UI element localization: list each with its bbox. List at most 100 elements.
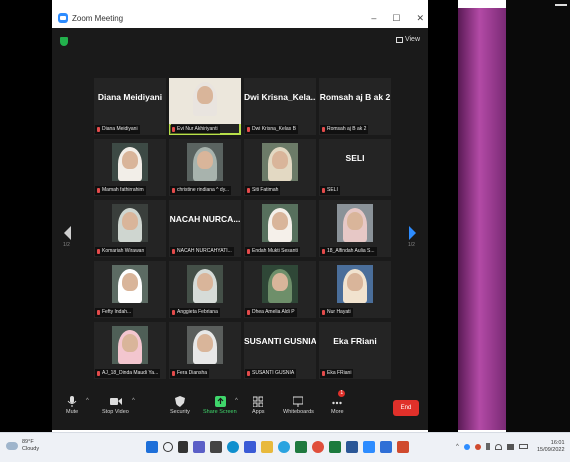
task-view-icon[interactable] bbox=[178, 441, 188, 453]
clock-time: 16:01 bbox=[550, 440, 565, 446]
participant-name-label: Dhea Amelia Aldi P bbox=[245, 308, 297, 317]
chrome-icon[interactable] bbox=[312, 441, 324, 453]
previous-page-arrow[interactable] bbox=[64, 226, 71, 240]
participant-name-text: AJ_18_Dinda Maudi Ya... bbox=[102, 370, 159, 376]
participant-tile[interactable]: Dwi Krisna_Kela... Dwi Krisna_Kelas B bbox=[244, 78, 316, 135]
security-button[interactable]: Security bbox=[170, 394, 190, 415]
apps-button[interactable]: Apps bbox=[252, 394, 265, 415]
app-icon[interactable] bbox=[380, 441, 392, 453]
participant-tile[interactable]: Anggieta Febriana bbox=[169, 261, 241, 318]
mic-muted-icon bbox=[172, 188, 175, 193]
whiteboards-button[interactable]: Whiteboards bbox=[283, 394, 314, 415]
participant-tile[interactable]: SUSANTI GUSNIA SUSANTI GUSNIA bbox=[244, 322, 316, 379]
tray-app-icon[interactable] bbox=[463, 443, 470, 450]
chevron-up-icon[interactable]: ^ bbox=[235, 398, 238, 404]
window-controls: – ☐ ✕ bbox=[371, 8, 424, 28]
person-face bbox=[272, 273, 288, 291]
teams-chat-icon[interactable] bbox=[193, 441, 205, 453]
widgets-icon[interactable] bbox=[210, 441, 222, 453]
view-button[interactable]: View bbox=[395, 36, 420, 43]
person-face bbox=[272, 151, 288, 169]
next-page-arrow[interactable] bbox=[409, 226, 416, 240]
chevron-up-icon[interactable]: ^ bbox=[132, 398, 135, 404]
taskbar-clock[interactable]: 16:01 15/09/2022 bbox=[537, 440, 565, 454]
participant-tile[interactable]: Evi Nur Akhiriyanti bbox=[169, 78, 241, 135]
weather-text: 89°F Cloudy bbox=[22, 439, 39, 453]
mic-muted-icon bbox=[247, 249, 250, 254]
participant-tile[interactable]: Nur Hayati bbox=[319, 261, 391, 318]
person-face bbox=[197, 273, 213, 291]
participant-name-label: SELI bbox=[320, 186, 340, 195]
participant-tile[interactable]: AJ_18_Dinda Maudi Ya... bbox=[94, 322, 166, 379]
participant-tile[interactable]: Eka FRiani Eka FRiani bbox=[319, 322, 391, 379]
participant-tile[interactable]: Mamah fathirrahim bbox=[94, 139, 166, 196]
minimize-button[interactable]: – bbox=[371, 13, 376, 23]
clock-date: 15/09/2022 bbox=[537, 447, 565, 453]
mute-button[interactable]: Mute bbox=[66, 394, 78, 415]
mic-muted-icon bbox=[322, 371, 325, 376]
search-icon[interactable] bbox=[163, 442, 173, 452]
powerpoint-icon[interactable] bbox=[397, 441, 409, 453]
participant-name-label: Nur Hayati bbox=[320, 308, 353, 317]
participant-video bbox=[262, 143, 298, 181]
excel-icon[interactable] bbox=[329, 441, 341, 453]
windows-taskbar: 89°F Cloudy ^ 16:01 15/09/2022 bbox=[0, 432, 570, 462]
stop-video-button[interactable]: Stop Video bbox=[102, 394, 129, 415]
participant-tile[interactable]: Dhea Amelia Aldi P bbox=[244, 261, 316, 318]
mic-muted-icon bbox=[172, 127, 175, 132]
weather-widget[interactable]: 89°F Cloudy bbox=[6, 439, 39, 453]
chevron-up-icon[interactable]: ^ bbox=[456, 444, 459, 450]
zoom-taskbar-icon[interactable] bbox=[363, 441, 375, 453]
tray-app-icon[interactable] bbox=[474, 443, 481, 450]
participant-name-label: Evi Nur Akhiriyanti bbox=[170, 125, 220, 134]
microphone-icon bbox=[67, 394, 77, 407]
app-icon[interactable] bbox=[278, 441, 290, 453]
participant-tile[interactable]: Komariah Wirawan bbox=[94, 200, 166, 257]
file-explorer-icon[interactable] bbox=[261, 441, 273, 453]
chevron-up-icon[interactable]: ^ bbox=[86, 398, 89, 404]
app-icon[interactable] bbox=[295, 441, 307, 453]
participant-tile[interactable]: NACAH NURCA... NACAH NURCAHYATI... bbox=[169, 200, 241, 257]
word-icon[interactable] bbox=[346, 441, 358, 453]
page-indicator-right: 1/2 bbox=[408, 242, 415, 248]
person-face bbox=[122, 334, 138, 352]
participant-name-text: Nur Hayati bbox=[327, 309, 351, 315]
battery-icon[interactable] bbox=[518, 444, 528, 449]
maximize-button[interactable]: ☐ bbox=[392, 13, 400, 24]
microphone-icon[interactable] bbox=[485, 443, 490, 450]
participant-tile[interactable]: christine rindiana ^ dy... bbox=[169, 139, 241, 196]
participant-name-label: Fera Diansha bbox=[170, 369, 210, 378]
shield-icon[interactable] bbox=[60, 37, 68, 46]
apps-label: Apps bbox=[252, 409, 265, 415]
edge-browser-icon[interactable] bbox=[227, 441, 239, 453]
mic-muted-icon bbox=[247, 127, 250, 132]
share-screen-label: Share Screen bbox=[203, 409, 237, 415]
windows-start-icon[interactable] bbox=[146, 441, 158, 453]
wifi-icon[interactable] bbox=[494, 443, 502, 450]
close-button[interactable]: ✕ bbox=[416, 13, 424, 24]
participant-name-text: Evi Nur Akhiriyanti bbox=[177, 126, 218, 132]
participant-tile[interactable]: Diana Meidiyani Diana Meidiyani bbox=[94, 78, 166, 135]
participant-tile[interactable]: Siti Fatimah bbox=[244, 139, 316, 196]
participant-display-name: NACAH NURCA... bbox=[169, 214, 241, 224]
participant-tile[interactable]: Fera Diansha bbox=[169, 322, 241, 379]
share-screen-button[interactable]: Share Screen bbox=[203, 394, 237, 415]
participant-tile[interactable]: Endah Mukti Sesanti bbox=[244, 200, 316, 257]
participant-name-text: Dwi Krisna_Kelas B bbox=[252, 126, 296, 132]
background-window[interactable] bbox=[458, 8, 506, 430]
speaker-icon[interactable] bbox=[506, 443, 514, 450]
participant-video bbox=[112, 265, 148, 303]
participant-tile[interactable]: Fefty Indah... bbox=[94, 261, 166, 318]
end-meeting-button[interactable]: End bbox=[393, 400, 419, 416]
desktop-background bbox=[428, 0, 458, 432]
participant-tile[interactable]: SELI SELI bbox=[319, 139, 391, 196]
participant-tile[interactable]: Romsah aj B ak 2 Romsah aj B ak 2 bbox=[319, 78, 391, 135]
stop-video-label: Stop Video bbox=[102, 409, 129, 415]
more-button[interactable]: 1 More bbox=[331, 390, 346, 415]
meeting-topbar: View bbox=[52, 28, 428, 54]
participant-name-text: Dhea Amelia Aldi P bbox=[252, 309, 295, 315]
mic-muted-icon bbox=[322, 188, 325, 193]
participant-tile[interactable]: 18_Alfindah Aulia S... bbox=[319, 200, 391, 257]
app-icon[interactable] bbox=[244, 441, 256, 453]
participant-name-text: SELI bbox=[327, 187, 338, 193]
